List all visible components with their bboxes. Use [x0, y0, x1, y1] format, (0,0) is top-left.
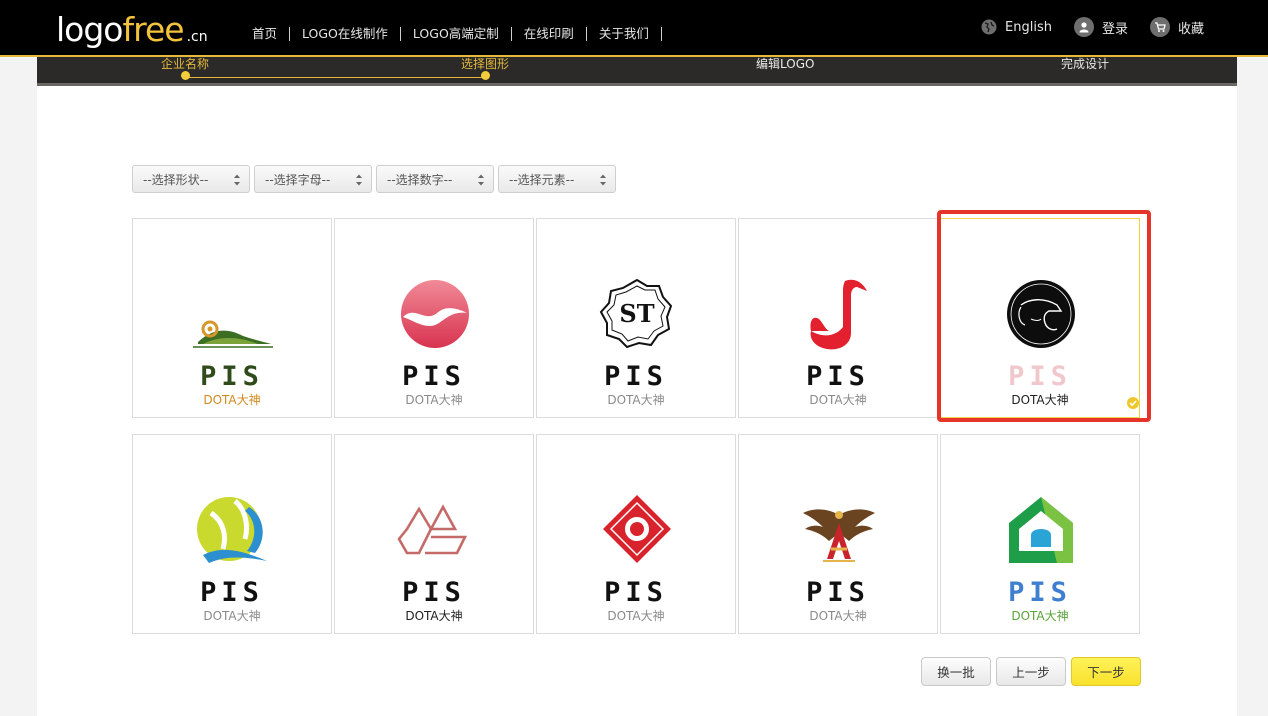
nav-item-print[interactable]: 在线印刷 [512, 26, 586, 42]
main-panel: --选择形状-- --选择字母-- --选择数字-- --选择元素-- PIS … [37, 86, 1237, 716]
logo-card[interactable]: PIS DOTA大神 [334, 434, 534, 634]
logo-card[interactable]: PIS DOTA大神 [132, 434, 332, 634]
favorites-label: 收藏 [1177, 21, 1204, 37]
element-select[interactable]: --选择元素-- [498, 165, 616, 193]
logo-sub-text: DOTA大神 [203, 609, 261, 623]
logo-brand-text: PIS [200, 577, 264, 608]
nav-item-custom[interactable]: LOGO高端定制 [401, 26, 511, 42]
number-select-value: --选择数字-- [387, 172, 453, 187]
swan-note-icon [810, 279, 867, 350]
main-nav: 首页 LOGO在线制作 LOGO高端定制 在线印刷 关于我们 [240, 26, 662, 42]
language-switch[interactable]: English [981, 19, 1052, 35]
step-dot [181, 71, 190, 80]
logo-card[interactable]: PIS DOTA大神 [334, 218, 534, 418]
refresh-batch-button[interactable]: 换一批 [921, 657, 991, 686]
step-label: 企业名称 [161, 57, 210, 71]
logo-accent: free [122, 10, 185, 49]
progress-steps: 企业名称 选择图形 编辑LOGO 完成设计 [37, 57, 1237, 86]
face-profile-circle-icon [1007, 280, 1075, 348]
login-label: 登录 [1101, 21, 1128, 37]
favorites-link[interactable]: 收藏 [1149, 17, 1204, 37]
logo-card[interactable]: PIS DOTA大神 [132, 218, 332, 418]
logo-brand-text: PIS [1008, 577, 1072, 608]
nav-item-about[interactable]: 关于我们 [587, 26, 661, 42]
nav-item-home[interactable]: 首页 [240, 26, 289, 42]
logo-brand-text: PIS [806, 361, 870, 392]
nav-item-online-make[interactable]: LOGO在线制作 [290, 26, 400, 42]
st-monogram-badge-icon: ST [599, 278, 673, 349]
shape-select[interactable]: --选择形状-- [132, 165, 250, 193]
select-arrows-icon [478, 174, 484, 186]
step-edit-logo: 编辑LOGO [756, 55, 814, 72]
green-house-icon [1009, 497, 1073, 563]
logo-grid: PIS DOTA大神 PIS DOTA大神 ST PIS DOTA大神 PIS … [132, 210, 1151, 634]
logo-card[interactable]: PIS DOTA大神 [738, 218, 938, 418]
select-arrows-icon [234, 174, 240, 186]
step-finish: 完成设计 [1061, 55, 1109, 72]
logo-sub-text: DOTA大神 [203, 393, 261, 407]
prev-step-button[interactable]: 上一步 [996, 657, 1066, 686]
user-icon [1073, 17, 1094, 37]
logo-brand-text: PIS [806, 577, 870, 608]
top-bar: logofree .cn 首页 LOGO在线制作 LOGO高端定制 在线印刷 关于… [0, 0, 1268, 55]
language-label: English [1005, 19, 1052, 35]
logo-main: logo [56, 10, 123, 49]
logo-card[interactable]: PIS DOTA大神 [940, 434, 1140, 634]
logo-sub-text: DOTA大神 [607, 393, 665, 407]
logo-card[interactable]: PIS DOTA大神 [738, 434, 938, 634]
select-arrows-icon [600, 174, 606, 186]
nav-divider [660, 27, 662, 41]
step-label: 选择图形 [461, 57, 510, 71]
cart-icon [1149, 17, 1170, 37]
pink-bird-circle-icon [401, 280, 469, 348]
login-link[interactable]: 登录 [1073, 17, 1128, 37]
number-select[interactable]: --选择数字-- [376, 165, 494, 193]
logo-card-selected[interactable]: PIS DOTA大神 [937, 210, 1151, 422]
hills-swirl-icon [193, 320, 273, 348]
action-buttons: 换一批 上一步 下一步 [921, 657, 1146, 686]
logo-sub-text: DOTA大神 [809, 609, 867, 623]
logo-brand-text: PIS [402, 361, 466, 392]
shape-select-value: --选择形状-- [143, 172, 209, 187]
logo-sub-text: DOTA大神 [1011, 393, 1069, 407]
progress-track [187, 77, 487, 78]
step-label: 完成设计 [1061, 57, 1110, 71]
q-ball-icon [197, 497, 267, 563]
logo-brand-text: PIS [604, 361, 668, 392]
letter-select-value: --选择字母-- [265, 172, 331, 187]
logo-sub-text: DOTA大神 [1011, 609, 1069, 623]
user-area: English 登录 收藏 [959, 17, 1204, 37]
element-select-value: --选择元素-- [509, 172, 575, 187]
logo-sub-text: DOTA大神 [405, 609, 463, 623]
logo-brand-text: PIS [200, 361, 264, 392]
step-choose-graphic: 选择图形 [461, 55, 510, 80]
outline-hexagon-g-icon [397, 504, 468, 555]
logo-card[interactable]: ST PIS DOTA大神 [536, 218, 736, 418]
check-icon [1127, 397, 1139, 409]
step-company-name: 企业名称 [161, 55, 210, 80]
logo-suffix: .cn [186, 29, 208, 45]
next-step-button[interactable]: 下一步 [1071, 657, 1141, 686]
logo-brand-text: PIS [402, 577, 466, 608]
logo-sub-text: DOTA大神 [607, 609, 665, 623]
red-diamond-target-icon [603, 495, 671, 563]
globe-icon [981, 19, 997, 35]
logo-card[interactable]: PIS DOTA大神 [536, 434, 736, 634]
eagle-a-crest-icon [803, 509, 875, 562]
step-dot [481, 71, 490, 80]
filter-bar: --选择形状-- --选择字母-- --选择数字-- --选择元素-- [132, 165, 620, 193]
step-label: 编辑LOGO [756, 57, 815, 71]
logo-brand-text: PIS [604, 577, 668, 608]
logo-brand-text: PIS [1008, 361, 1072, 392]
letter-select[interactable]: --选择字母-- [254, 165, 372, 193]
svg-text:ST: ST [619, 299, 654, 328]
logo-sub-text: DOTA大神 [809, 393, 867, 407]
logo-sub-text: DOTA大神 [405, 393, 463, 407]
site-logo[interactable]: logofree .cn [56, 10, 208, 57]
select-arrows-icon [356, 174, 362, 186]
